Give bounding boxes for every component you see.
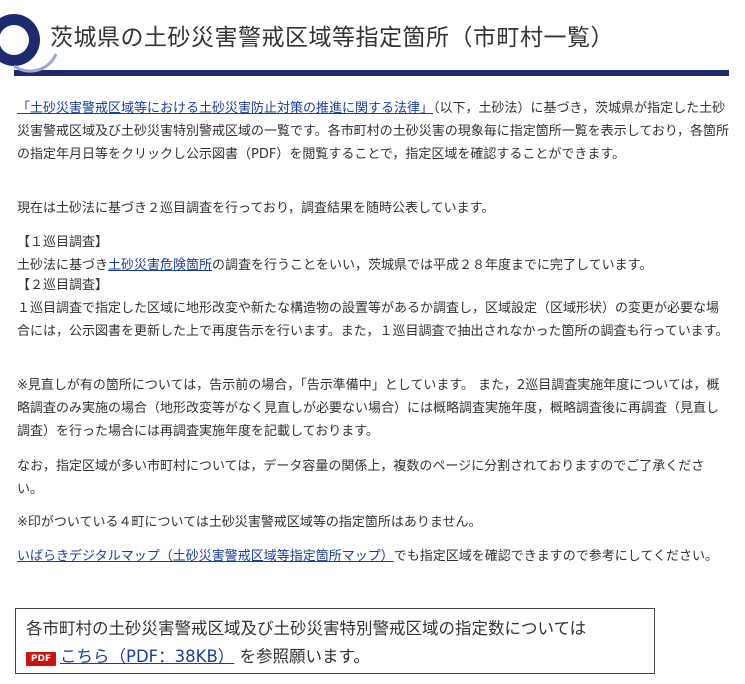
- first-survey-text-after: の調査を行うことをいい，茨城県では平成２８年度までに完了しています。: [212, 258, 653, 273]
- first-survey-heading: 【１巡目調査】: [17, 235, 109, 250]
- sabo-law-link[interactable]: 「土砂災害警戒区域等における土砂災害防止対策の推進に関する法律」: [17, 101, 433, 116]
- ibaraki-digital-map-link[interactable]: いばらきデジタルマップ（土砂災害警戒区域等指定箇所マップ）: [17, 549, 394, 564]
- page-heading: 茨城県の土砂災害警戒区域等指定箇所（市町村一覧）: [0, 0, 729, 76]
- designation-count-pdf-link[interactable]: こちら（PDF：38KB）: [60, 647, 234, 666]
- digital-map-text: でも指定区域を確認できますので参考にしてください。: [393, 549, 718, 564]
- designation-count-box: 各市町村の土砂災害警戒区域及び土砂災害特別警戒区域の指定数については PDF こち…: [15, 608, 655, 674]
- second-survey-section: 【２巡目調査】 １巡目調査で指定した区域に地形改変や新たな構造物の設置等があるか調…: [17, 274, 729, 343]
- digital-map-paragraph: いばらきデジタルマップ（土砂災害警戒区域等指定箇所マップ）でも指定区域を確認でき…: [17, 545, 729, 568]
- second-survey-heading: 【２巡目調査】: [17, 278, 109, 293]
- pdf-link-line: PDF こちら（PDF：38KB） を参照願います。: [26, 643, 644, 671]
- review-note: ※見直しが有の箇所については，告示前の場合，「告示準備中」としています。 また，…: [17, 378, 720, 439]
- pdf-icon: PDF: [26, 652, 56, 666]
- page: 茨城県の土砂災害警戒区域等指定箇所（市町村一覧） 「土砂災害警戒区域等における土…: [0, 0, 745, 684]
- split-pages-note: なお，指定区域が多い市町村については，データ容量の関係上，複数のページに分割され…: [17, 459, 705, 497]
- survey-status-text: 現在は土砂法に基づき２巡目調査を行っており，調査結果を随時公表しています。: [17, 201, 495, 216]
- second-survey-text: １巡目調査で指定した区域に地形改変や新たな構造物の設置等があるか調査し，区域設定…: [17, 301, 729, 339]
- pdf-link-suffix: を参照願います。: [239, 647, 370, 666]
- designation-count-text: 各市町村の土砂災害警戒区域及び土砂災害特別警戒区域の指定数については: [26, 619, 587, 638]
- first-survey-section: 【１巡目調査】 土砂法に基づき土砂災害危険箇所の調査を行うことをいい，茨城県では平…: [17, 231, 729, 277]
- danger-spots-link[interactable]: 土砂災害危険箇所: [108, 258, 212, 273]
- page-title: 茨城県の土砂災害警戒区域等指定箇所（市町村一覧）: [50, 25, 614, 51]
- no-designation-towns-note: ※印がついている４町については土砂災害警戒区域等の指定箇所はありません。: [17, 515, 482, 530]
- intro-paragraph: 「土砂災害警戒区域等における土砂災害防止対策の推進に関する法律」（以下，土砂法）…: [17, 97, 729, 166]
- first-survey-text: 土砂法に基づき: [17, 258, 109, 273]
